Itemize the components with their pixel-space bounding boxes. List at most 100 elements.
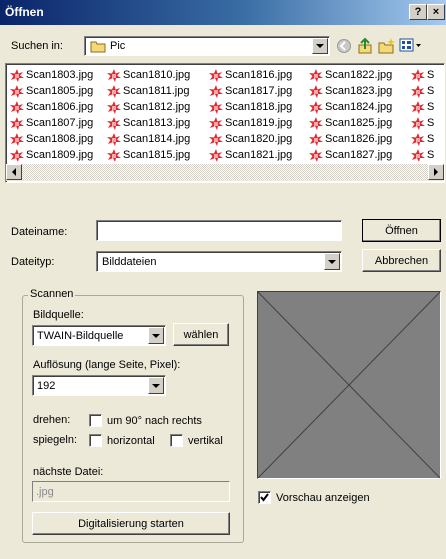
resolution-combo[interactable]: 192	[32, 375, 166, 396]
file-item[interactable]: Scan1826.jpg	[308, 131, 392, 147]
file-item[interactable]: Scan1815.jpg	[106, 147, 190, 163]
image-file-icon	[209, 84, 223, 98]
file-item[interactable]: Scan1807.jpg	[9, 115, 93, 131]
file-item[interactable]: S	[410, 115, 434, 131]
scroll-left-button[interactable]	[6, 164, 22, 180]
file-name: Scan1811.jpg	[123, 85, 190, 97]
image-file-icon	[10, 148, 24, 162]
choose-source-button[interactable]: wählen	[173, 323, 229, 346]
mirror-vertical-checkbox[interactable]	[170, 434, 183, 447]
next-file-label: nächste Datei:	[33, 466, 104, 478]
file-item[interactable]: Scan1814.jpg	[106, 131, 190, 147]
image-file-icon	[107, 84, 121, 98]
file-item[interactable]: S	[410, 131, 434, 147]
view-menu-icon[interactable]	[399, 37, 423, 53]
image-file-icon	[411, 148, 425, 162]
look-in-dropdown-button[interactable]	[312, 38, 328, 54]
image-file-icon	[309, 148, 323, 162]
file-item[interactable]: Scan1810.jpg	[106, 67, 190, 83]
file-name: S	[427, 85, 435, 97]
file-item[interactable]: Scan1803.jpg	[9, 67, 93, 83]
image-file-icon	[209, 116, 223, 130]
file-item[interactable]: Scan1808.jpg	[9, 131, 93, 147]
file-item[interactable]: S	[410, 83, 434, 99]
file-item[interactable]: S	[410, 147, 434, 163]
mirror-horizontal-checkbox[interactable]	[89, 434, 102, 447]
image-file-icon	[107, 100, 121, 114]
title-bar[interactable]: Öffnen ? ×	[0, 0, 446, 25]
file-item[interactable]: Scan1823.jpg	[308, 83, 392, 99]
mirror-horizontal-label: horizontal	[107, 435, 155, 447]
filetype-dropdown-button[interactable]	[324, 253, 340, 270]
source-dropdown-button[interactable]	[148, 327, 164, 344]
file-item[interactable]: Scan1821.jpg	[208, 147, 292, 163]
file-item[interactable]: Scan1822.jpg	[308, 67, 392, 83]
file-name: Scan1812.jpg	[123, 101, 191, 113]
file-item[interactable]: Scan1819.jpg	[208, 115, 292, 131]
file-item[interactable]: S	[410, 99, 434, 115]
close-button[interactable]: ×	[427, 4, 445, 20]
file-item[interactable]: Scan1812.jpg	[106, 99, 190, 115]
image-file-icon	[107, 116, 121, 130]
new-folder-icon[interactable]	[378, 37, 396, 55]
file-item[interactable]: Scan1825.jpg	[308, 115, 392, 131]
filetype-combo[interactable]: Bilddateien	[96, 251, 342, 272]
image-file-icon	[411, 100, 425, 114]
file-item[interactable]: Scan1820.jpg	[208, 131, 292, 147]
rotate-checkbox[interactable]	[89, 414, 102, 427]
file-item[interactable]: Scan1806.jpg	[9, 99, 93, 115]
file-name: Scan1803.jpg	[26, 69, 94, 81]
resolution-label: Auflösung (lange Seite, Pixel):	[33, 359, 181, 371]
file-item[interactable]: Scan1824.jpg	[308, 99, 392, 115]
image-file-icon	[209, 148, 223, 162]
mirror-vertical-label: vertikal	[188, 435, 223, 447]
file-name: Scan1817.jpg	[225, 85, 293, 97]
file-name: S	[427, 101, 435, 113]
file-name: S	[427, 149, 435, 161]
file-item[interactable]: Scan1805.jpg	[9, 83, 93, 99]
file-name: S	[427, 117, 435, 129]
folder-icon	[90, 41, 106, 53]
file-column: Scan1810.jpg Scan1811.jpg Scan1812.jpg Scan…	[106, 67, 190, 163]
file-item[interactable]: Scan1811.jpg	[106, 83, 190, 99]
scroll-track[interactable]	[22, 164, 428, 180]
file-item[interactable]: Scan1818.jpg	[208, 99, 292, 115]
file-item[interactable]: Scan1817.jpg	[208, 83, 292, 99]
help-button[interactable]: ?	[409, 4, 427, 20]
show-preview-label: Vorschau anzeigen	[276, 492, 370, 504]
scroll-right-button[interactable]	[428, 164, 444, 180]
horizontal-scrollbar[interactable]	[6, 164, 444, 181]
file-name: Scan1806.jpg	[26, 101, 94, 113]
up-folder-icon[interactable]	[357, 37, 373, 55]
back-icon[interactable]	[336, 38, 352, 54]
filetype-value: Bilddateien	[102, 256, 157, 268]
file-name: Scan1809.jpg	[26, 149, 94, 161]
image-file-icon	[411, 84, 425, 98]
cancel-button[interactable]: Abbrechen	[362, 249, 441, 272]
file-item[interactable]: Scan1816.jpg	[208, 67, 292, 83]
open-button[interactable]: Öffnen	[362, 219, 441, 242]
checkmark-icon	[260, 493, 269, 502]
file-name: Scan1822.jpg	[325, 69, 393, 81]
resolution-dropdown-button[interactable]	[148, 377, 164, 394]
image-file-icon	[10, 132, 24, 146]
file-name: Scan1826.jpg	[325, 133, 393, 145]
file-item[interactable]: Scan1813.jpg	[106, 115, 190, 131]
show-preview-checkbox[interactable]	[258, 491, 271, 504]
file-item[interactable]: Scan1809.jpg	[9, 147, 93, 163]
image-file-icon	[411, 132, 425, 146]
file-name: Scan1810.jpg	[123, 69, 191, 81]
image-file-icon	[10, 100, 24, 114]
start-scan-button[interactable]: Digitalisierung starten	[32, 512, 230, 535]
image-file-icon	[309, 84, 323, 98]
filename-input[interactable]	[96, 220, 342, 241]
file-item[interactable]: S	[410, 67, 434, 83]
chevron-down-icon	[328, 259, 336, 264]
source-combo[interactable]: TWAIN-Bildquelle	[32, 325, 166, 346]
look-in-combo[interactable]: Pic	[84, 36, 330, 56]
file-name: Scan1827.jpg	[325, 149, 393, 161]
file-item[interactable]: Scan1827.jpg	[308, 147, 392, 163]
file-name: Scan1819.jpg	[225, 117, 293, 129]
look-in-value: Pic	[110, 40, 126, 52]
look-in-label: Suchen in:	[11, 40, 63, 52]
